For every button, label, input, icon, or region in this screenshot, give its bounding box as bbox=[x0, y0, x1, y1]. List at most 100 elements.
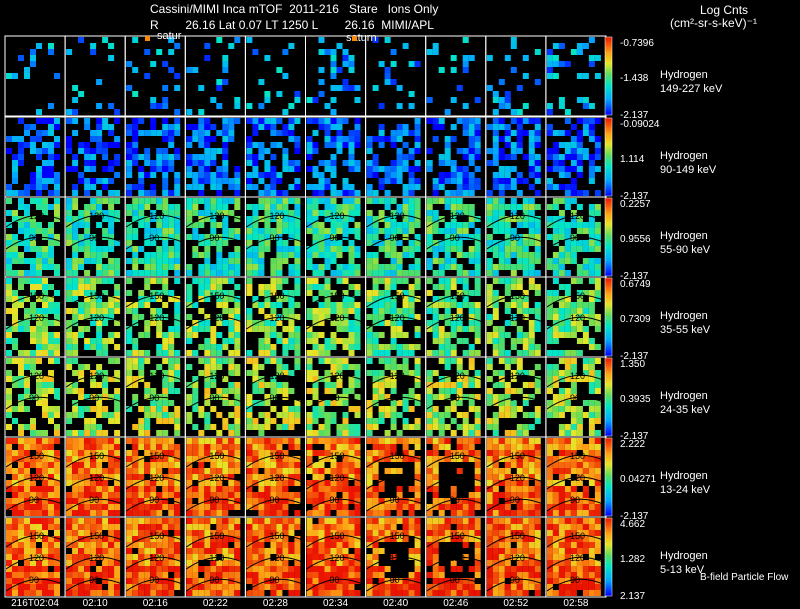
intensity-pixel bbox=[18, 450, 24, 456]
intensity-pixel bbox=[222, 258, 229, 264]
intensity-pixel bbox=[174, 468, 181, 474]
intensity-pixel bbox=[108, 412, 115, 418]
intensity-pixel bbox=[282, 492, 289, 498]
intensity-pixel bbox=[426, 49, 433, 55]
intensity-pixel bbox=[324, 438, 331, 444]
intensity-pixel bbox=[168, 444, 175, 450]
intensity-pixel bbox=[294, 118, 301, 124]
intensity-pixel bbox=[588, 278, 595, 284]
intensity-pixel bbox=[468, 154, 475, 160]
intensity-pixel bbox=[114, 270, 121, 276]
intensity-pixel bbox=[222, 400, 229, 406]
intensity-pixel bbox=[36, 590, 42, 596]
intensity-pixel bbox=[312, 264, 319, 270]
intensity-pixel bbox=[594, 418, 601, 424]
intensity-pixel bbox=[12, 314, 18, 320]
intensity-pixel bbox=[6, 572, 12, 578]
intensity-pixel bbox=[258, 124, 265, 130]
intensity-pixel bbox=[426, 290, 433, 296]
intensity-pixel bbox=[198, 264, 205, 270]
intensity-pixel bbox=[534, 344, 541, 350]
intensity-pixel bbox=[510, 130, 517, 136]
intensity-pixel bbox=[162, 444, 169, 450]
intensity-pixel bbox=[450, 344, 457, 350]
intensity-pixel bbox=[378, 388, 385, 394]
intensity-pixel bbox=[36, 246, 42, 252]
intensity-pixel bbox=[234, 204, 241, 210]
image-panel bbox=[425, 116, 487, 198]
contour-label: 120 bbox=[570, 473, 585, 483]
intensity-pixel bbox=[84, 430, 91, 436]
intensity-pixel bbox=[504, 178, 511, 184]
intensity-pixel bbox=[186, 438, 193, 444]
intensity-pixel bbox=[12, 210, 18, 216]
intensity-pixel bbox=[174, 264, 181, 270]
intensity-pixel bbox=[546, 264, 553, 270]
intensity-pixel bbox=[42, 444, 48, 450]
intensity-pixel bbox=[306, 198, 313, 204]
intensity-pixel bbox=[336, 382, 343, 388]
intensity-pixel bbox=[558, 142, 565, 148]
intensity-pixel bbox=[30, 55, 36, 61]
intensity-pixel bbox=[414, 270, 421, 276]
intensity-pixel bbox=[414, 61, 421, 67]
intensity-pixel bbox=[402, 142, 409, 148]
intensity-pixel bbox=[552, 278, 559, 284]
intensity-pixel bbox=[174, 370, 181, 376]
image-panel bbox=[545, 35, 607, 117]
contour-label: 150 bbox=[29, 531, 44, 541]
intensity-pixel bbox=[132, 344, 139, 350]
intensity-pixel bbox=[6, 210, 12, 216]
intensity-pixel bbox=[474, 97, 481, 103]
intensity-pixel bbox=[594, 510, 601, 516]
intensity-pixel bbox=[114, 172, 121, 178]
intensity-pixel bbox=[582, 118, 589, 124]
intensity-pixel bbox=[594, 486, 601, 492]
intensity-pixel bbox=[114, 154, 121, 160]
intensity-pixel bbox=[12, 326, 18, 332]
intensity-pixel bbox=[168, 462, 175, 468]
intensity-pixel bbox=[276, 204, 283, 210]
intensity-pixel bbox=[54, 136, 60, 142]
intensity-pixel bbox=[354, 160, 361, 166]
intensity-pixel bbox=[492, 486, 499, 492]
intensity-pixel bbox=[246, 37, 253, 43]
intensity-pixel bbox=[66, 572, 73, 578]
intensity-pixel bbox=[42, 412, 48, 418]
intensity-pixel bbox=[468, 172, 475, 178]
intensity-pixel bbox=[534, 136, 541, 142]
intensity-pixel bbox=[396, 486, 403, 492]
intensity-pixel bbox=[294, 290, 301, 296]
intensity-pixel bbox=[132, 258, 139, 264]
intensity-pixel bbox=[528, 370, 535, 376]
intensity-pixel bbox=[528, 450, 535, 456]
intensity-pixel bbox=[432, 198, 439, 204]
intensity-pixel bbox=[18, 370, 24, 376]
intensity-pixel bbox=[36, 172, 42, 178]
intensity-pixel bbox=[246, 400, 253, 406]
intensity-pixel bbox=[12, 578, 18, 584]
intensity-pixel bbox=[552, 55, 559, 61]
intensity-pixel bbox=[402, 160, 409, 166]
intensity-pixel bbox=[114, 258, 121, 264]
intensity-pixel bbox=[504, 97, 511, 103]
intensity-pixel bbox=[114, 430, 121, 436]
intensity-pixel bbox=[138, 246, 145, 252]
intensity-pixel bbox=[216, 252, 223, 258]
intensity-pixel bbox=[84, 424, 91, 430]
intensity-pixel bbox=[198, 462, 205, 468]
panel-border bbox=[365, 35, 427, 117]
intensity-pixel bbox=[414, 124, 421, 130]
intensity-pixel bbox=[492, 97, 499, 103]
intensity-pixel bbox=[84, 590, 91, 596]
intensity-pixel bbox=[384, 344, 391, 350]
intensity-pixel bbox=[306, 97, 313, 103]
intensity-pixel bbox=[402, 444, 409, 450]
intensity-pixel bbox=[372, 468, 379, 474]
intensity-pixel bbox=[264, 326, 271, 332]
intensity-pixel bbox=[486, 338, 493, 344]
intensity-pixel bbox=[174, 278, 181, 284]
intensity-pixel bbox=[564, 198, 571, 204]
intensity-pixel bbox=[108, 278, 115, 284]
intensity-pixel bbox=[48, 49, 54, 55]
